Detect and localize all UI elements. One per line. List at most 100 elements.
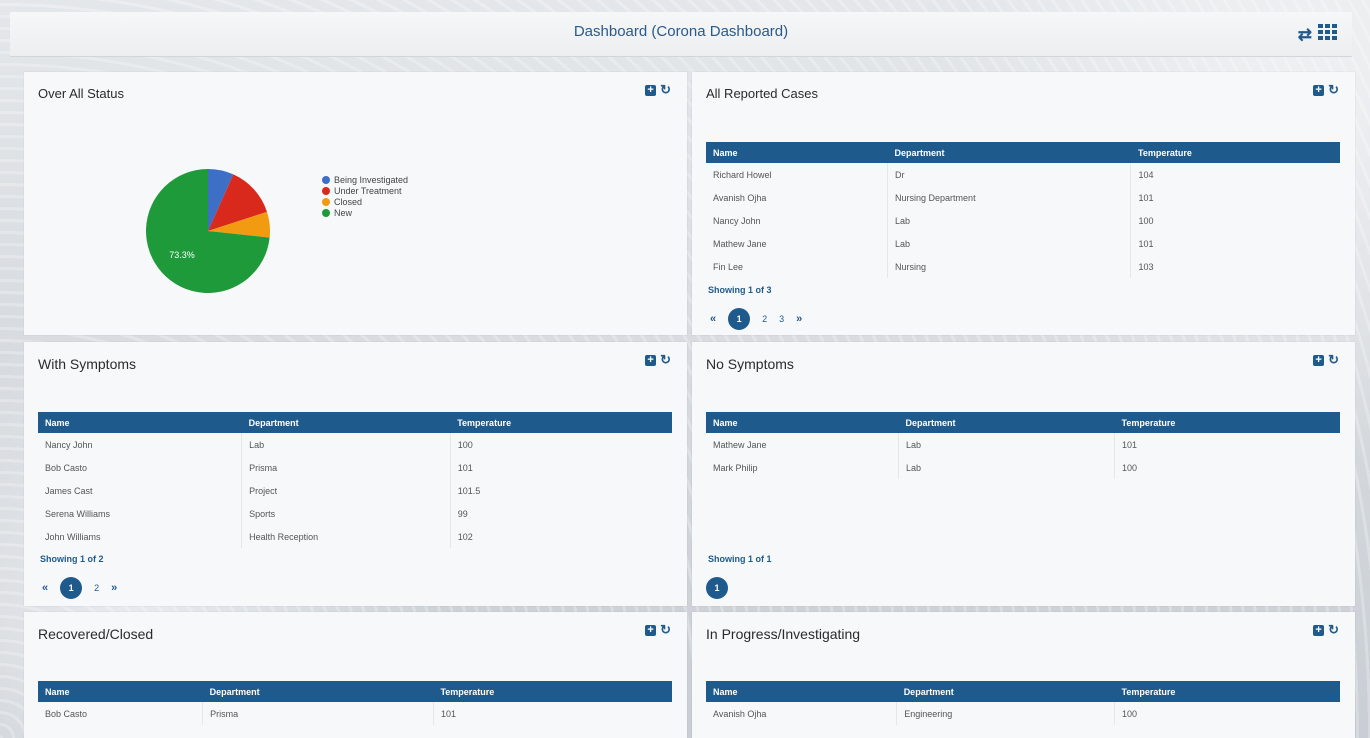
panel-title: No Symptoms <box>706 356 794 372</box>
refresh-icon[interactable]: ↻ <box>660 623 671 636</box>
legend-label: Closed <box>334 196 363 207</box>
table-row[interactable]: Nancy John Lab 100 <box>38 433 672 456</box>
column-header-temperature[interactable]: Temperature <box>1130 142 1340 163</box>
legend-swatch <box>322 175 330 184</box>
table-cell: Mathew Jane <box>706 433 899 456</box>
current-page-button[interactable]: 1 <box>728 308 751 330</box>
table-row[interactable]: Bob Casto Prisma 101 <box>38 456 672 479</box>
table-cell: Sports <box>241 502 451 525</box>
table-cell: 101.5 <box>457 485 481 496</box>
column-header-name[interactable]: Name <box>706 142 888 163</box>
table-cell: James Cast <box>38 479 243 502</box>
cases-table: Name Department Temperature Mathew Jane Lab 1… <box>706 412 1340 479</box>
table-cell: 102 <box>457 531 473 542</box>
panel-tools: + ↻ <box>645 353 671 366</box>
recovered-panel: Recovered/Closed + ↻ Name Department Tempe… <box>24 612 687 738</box>
pagination: « 1 2 3 » <box>710 308 802 330</box>
prev-page-button[interactable]: « <box>42 582 48 594</box>
panel-tools: + ↻ <box>645 623 671 636</box>
column-header-temperature[interactable]: Temperature <box>433 681 672 702</box>
all-reported-panel: All Reported Cases + ↻ Name Department Tem… <box>692 72 1355 335</box>
expand-icon[interactable]: + <box>645 84 657 96</box>
cases-table: Name Department Temperature Richard Howel Dr… <box>706 142 1340 278</box>
panel-tools: + ↻ <box>1313 623 1339 636</box>
table-cell: Lab <box>241 433 451 456</box>
refresh-icon[interactable]: ↻ <box>1328 623 1339 636</box>
table-header-row: Name Department Temperature <box>706 681 1340 702</box>
table-cell: Project <box>241 479 451 502</box>
refresh-icon[interactable]: ↻ <box>660 353 671 366</box>
showing-label: Showing 1 of 2 <box>40 554 104 564</box>
page-button[interactable]: 2 <box>94 583 99 593</box>
panel-tools: + ↻ <box>1313 353 1339 366</box>
current-page-button[interactable]: 1 <box>706 577 728 599</box>
table-cell: 101 <box>457 462 473 473</box>
showing-label: Showing 1 of 1 <box>708 554 772 564</box>
panel-tools: + ↻ <box>645 83 671 96</box>
prev-page-button[interactable]: « <box>710 313 716 325</box>
table-cell: Fin Lee <box>706 255 889 278</box>
swap-icon[interactable]: ⇄ <box>1298 25 1312 45</box>
column-header-department[interactable]: Department <box>898 412 1115 433</box>
table-cell: 103 <box>1138 261 1154 272</box>
expand-icon[interactable]: + <box>645 624 657 636</box>
column-header-name[interactable]: Name <box>706 412 899 433</box>
table-row[interactable]: Mathew Jane Lab 101 <box>706 433 1340 456</box>
legend-item[interactable]: Being Investigated <box>322 174 408 185</box>
refresh-icon[interactable]: ↻ <box>1328 83 1339 96</box>
expand-icon[interactable]: + <box>1313 624 1325 636</box>
legend-item[interactable]: New <box>322 207 408 218</box>
refresh-icon[interactable]: ↻ <box>660 83 671 96</box>
expand-icon[interactable]: + <box>645 354 657 366</box>
table-row[interactable]: Mathew Jane Lab 101 <box>706 232 1340 255</box>
table-cell: Engineering <box>896 702 1115 725</box>
column-header-temperature[interactable]: Temperature <box>1114 681 1340 702</box>
table-header-row: Name Department Temperature <box>38 412 672 433</box>
dashboard-header: Dashboard (Corona Dashboard) ⇄ <box>10 12 1352 57</box>
grid-icon[interactable] <box>1318 24 1338 45</box>
panel-title: Over All Status <box>38 86 124 101</box>
column-header-name[interactable]: Name <box>38 681 203 702</box>
current-page-button[interactable]: 1 <box>60 577 83 599</box>
legend-item[interactable]: Closed <box>322 196 408 207</box>
column-header-temperature[interactable]: Temperature <box>450 412 672 433</box>
refresh-icon[interactable]: ↻ <box>1328 353 1339 366</box>
table-cell: Mark Philip <box>706 456 899 479</box>
table-row[interactable]: James Cast Project 101.5 <box>38 479 672 502</box>
table-cell: Nursing <box>887 255 1132 278</box>
table-cell: Mathew Jane <box>706 232 889 255</box>
column-header-department[interactable]: Department <box>202 681 434 702</box>
column-header-department[interactable]: Department <box>896 681 1115 702</box>
table-row[interactable]: Fin Lee Nursing 103 <box>706 255 1340 278</box>
legend-item[interactable]: Under Treatment <box>322 185 408 196</box>
legend-swatch <box>322 208 330 217</box>
page-button[interactable]: 3 <box>779 314 784 324</box>
page-button[interactable]: 2 <box>762 314 767 324</box>
overall-status-panel: Over All Status + ↻ 73.3% Being Investig… <box>24 72 687 335</box>
pie-data-label: 73.3% <box>169 250 195 260</box>
table-row[interactable]: Nancy John Lab 100 <box>706 209 1340 232</box>
table-row[interactable]: Serena Williams Sports 99 <box>38 502 672 525</box>
next-page-button[interactable]: » <box>796 313 802 325</box>
column-header-temperature[interactable]: Temperature <box>1114 412 1340 433</box>
table-row[interactable]: John Williams Health Reception 102 <box>38 525 672 548</box>
expand-icon[interactable]: + <box>1313 84 1325 96</box>
expand-icon[interactable]: + <box>1313 354 1325 366</box>
panel-tools: + ↻ <box>1313 83 1339 96</box>
next-page-button[interactable]: » <box>111 582 117 594</box>
in-progress-panel: In Progress/Investigating + ↻ Name Depart… <box>692 612 1355 738</box>
table-row[interactable]: Avanish Ojha Nursing Department 101 <box>706 186 1340 209</box>
column-header-name[interactable]: Name <box>706 681 897 702</box>
legend-swatch <box>322 197 330 206</box>
legend-label: New <box>334 207 353 218</box>
column-header-name[interactable]: Name <box>38 412 242 433</box>
table-cell: 100 <box>1122 708 1138 719</box>
table-row[interactable]: Bob Casto Prisma 101 <box>38 702 672 725</box>
column-header-department[interactable]: Department <box>241 412 451 433</box>
table-row[interactable]: Avanish Ojha Engineering 100 <box>706 702 1340 725</box>
cases-table: Name Department Temperature Bob Casto Prisma… <box>38 681 672 725</box>
table-row[interactable]: Richard Howel Dr 104 <box>706 163 1340 186</box>
table-row[interactable]: Mark Philip Lab 100 <box>706 456 1340 479</box>
column-header-department[interactable]: Department <box>887 142 1131 163</box>
legend-swatch <box>322 186 330 195</box>
